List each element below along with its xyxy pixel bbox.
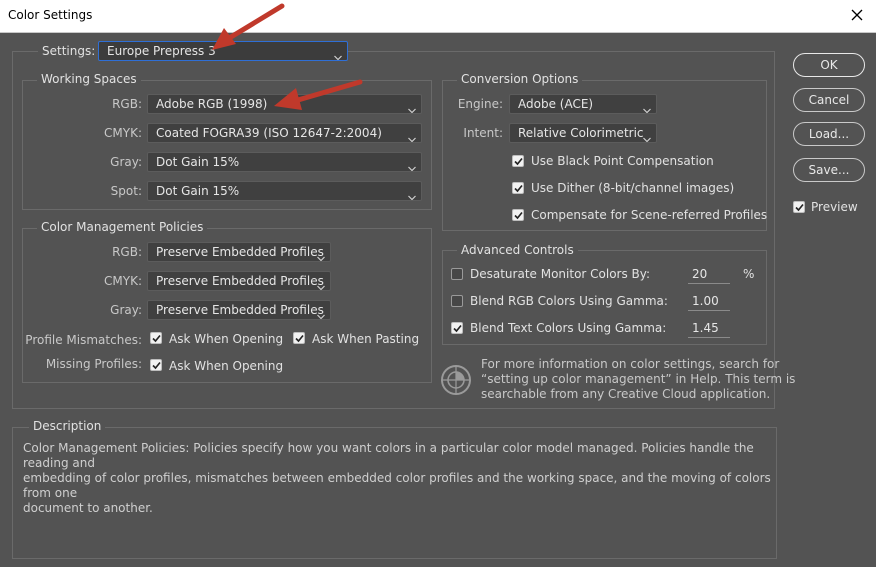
chevron-down-icon <box>408 159 416 171</box>
desaturate-unit: % <box>743 267 755 281</box>
rgb-policy-label: RGB: <box>112 245 142 259</box>
check-icon <box>795 203 804 212</box>
description-text: Color Management Policies: Policies spec… <box>23 441 773 516</box>
cmyk-working-value: Coated FOGRA39 (ISO 12647-2:2004) <box>156 126 382 140</box>
check-icon <box>295 334 304 343</box>
cmyk-policy-select[interactable]: Preserve Embedded Profiles <box>147 271 331 291</box>
ok-button[interactable]: OK <box>793 53 865 77</box>
check-icon <box>152 361 161 370</box>
save-button[interactable]: Save... <box>793 158 865 182</box>
gray-working-select[interactable]: Dot Gain 15% <box>147 152 422 172</box>
color-wheel-icon <box>440 364 472 396</box>
desaturate-checkbox[interactable] <box>451 268 463 280</box>
blend-rgb-checkbox[interactable] <box>451 295 463 307</box>
blend-rgb-input[interactable]: 1.00 <box>688 292 730 311</box>
info-line-1: For more information on color settings, … <box>481 357 780 371</box>
chevron-down-icon <box>408 101 416 113</box>
working-spaces-legend: Working Spaces <box>37 72 141 86</box>
conversion-legend: Conversion Options <box>457 72 583 86</box>
ask-pasting-checkbox[interactable] <box>293 332 305 344</box>
intent-label: Intent: <box>463 126 503 140</box>
chevron-down-icon <box>317 249 325 261</box>
ask-pasting-label: Ask When Pasting <box>312 332 420 346</box>
chevron-down-icon <box>408 130 416 142</box>
profile-mismatches-label: Profile Mismatches: <box>25 333 142 347</box>
cmyk-policy-label: CMYK: <box>104 274 142 288</box>
chevron-down-icon <box>317 278 325 290</box>
scene-referred-label: Compensate for Scene-referred Profiles <box>531 208 768 222</box>
dither-checkbox[interactable] <box>512 182 524 194</box>
gray-policy-select[interactable]: Preserve Embedded Profiles <box>147 300 331 320</box>
spot-working-select[interactable]: Dot Gain 15% <box>147 181 422 201</box>
engine-select[interactable]: Adobe (ACE) <box>509 94 657 114</box>
check-icon <box>152 334 161 343</box>
cmyk-working-label: CMYK: <box>104 126 142 140</box>
ask-opening-mismatch-checkbox[interactable] <box>150 332 162 344</box>
rgb-policy-value: Preserve Embedded Profiles <box>156 245 324 259</box>
scene-referred-checkbox[interactable] <box>512 209 524 221</box>
rgb-policy-select[interactable]: Preserve Embedded Profiles <box>147 242 331 262</box>
description-line-1: Color Management Policies: Policies spec… <box>23 441 754 470</box>
advanced-legend: Advanced Controls <box>457 243 578 257</box>
policies-legend: Color Management Policies <box>37 220 208 234</box>
dither-label: Use Dither (8-bit/channel images) <box>531 181 735 195</box>
close-icon[interactable] <box>846 4 868 26</box>
spot-working-label: Spot: <box>110 184 142 198</box>
blend-rgb-label: Blend RGB Colors Using Gamma: <box>470 294 668 308</box>
chevron-down-icon <box>643 130 651 142</box>
title-bar: Color Settings <box>0 0 876 33</box>
ask-opening-missing-label: Ask When Opening <box>169 359 284 373</box>
red-arrow-annotation <box>274 79 363 110</box>
intent-select[interactable]: Relative Colorimetric <box>509 123 657 143</box>
description-line-3: document to another. <box>23 501 153 515</box>
spot-working-value: Dot Gain 15% <box>156 184 240 198</box>
cmyk-working-select[interactable]: Coated FOGRA39 (ISO 12647-2:2004) <box>147 123 422 143</box>
blend-text-input[interactable]: 1.45 <box>688 319 730 338</box>
info-line-2: “setting up color management” in Help. T… <box>481 372 796 386</box>
info-line-3: searchable from any Creative Cloud appli… <box>481 387 771 401</box>
blend-text-label: Blend Text Colors Using Gamma: <box>470 321 667 335</box>
chevron-down-icon <box>643 101 651 113</box>
check-icon <box>514 211 523 220</box>
gray-working-value: Dot Gain 15% <box>156 155 240 169</box>
black-point-label: Use Black Point Compensation <box>531 154 714 168</box>
description-line-2: embedding of color profiles, mismatches … <box>23 471 771 500</box>
blend-text-checkbox[interactable] <box>451 322 463 334</box>
desaturate-label: Desaturate Monitor Colors By: <box>470 267 651 281</box>
settings-label: Settings: <box>38 44 100 58</box>
window-title: Color Settings <box>8 8 93 22</box>
gray-policy-label: Gray: <box>110 303 142 317</box>
engine-value: Adobe (ACE) <box>518 97 594 111</box>
desaturate-input[interactable]: 20 <box>688 265 730 284</box>
gray-policy-value: Preserve Embedded Profiles <box>156 303 324 317</box>
cmyk-policy-value: Preserve Embedded Profiles <box>156 274 324 288</box>
check-icon <box>514 184 523 193</box>
check-icon <box>514 157 523 166</box>
ask-opening-missing-checkbox[interactable] <box>150 359 162 371</box>
chevron-down-icon <box>408 188 416 200</box>
intent-value: Relative Colorimetric <box>518 126 644 140</box>
rgb-working-label: RGB: <box>112 97 142 111</box>
load-button[interactable]: Load... <box>793 122 865 146</box>
rgb-working-value: Adobe RGB (1998) <box>156 97 268 111</box>
ask-opening-mismatch-label: Ask When Opening <box>169 332 284 346</box>
black-point-checkbox[interactable] <box>512 155 524 167</box>
missing-profiles-label: Missing Profiles: <box>45 357 142 371</box>
engine-label: Engine: <box>457 97 503 111</box>
chevron-down-icon <box>334 48 342 60</box>
check-icon <box>453 324 462 333</box>
preview-checkbox[interactable] <box>793 201 805 213</box>
cancel-button[interactable]: Cancel <box>793 88 865 112</box>
gray-working-label: Gray: <box>110 155 142 169</box>
chevron-down-icon <box>317 307 325 319</box>
description-legend: Description <box>29 419 106 433</box>
preview-label: Preview <box>811 200 858 214</box>
red-arrow-annotation <box>212 3 285 50</box>
